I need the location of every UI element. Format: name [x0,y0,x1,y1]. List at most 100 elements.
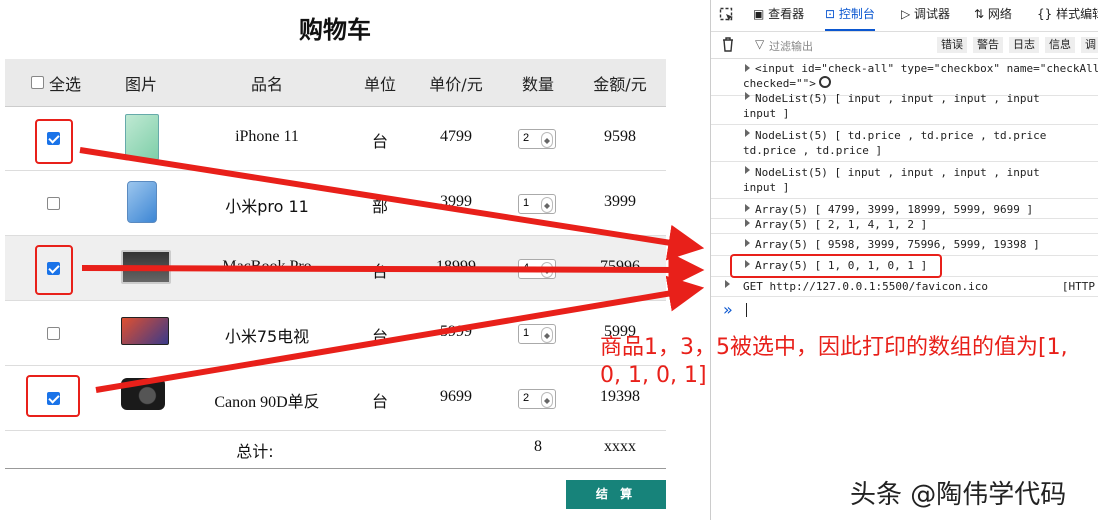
header-price: 单价/元 [429,75,483,94]
tab-console[interactable]: ⊡ 控制台 [825,0,875,31]
log-entry[interactable]: Array(5) [ 2, 1, 4, 1, 2 ] [711,216,1098,234]
product-price: 3999 [440,193,472,210]
quantity-stepper[interactable]: 1 [518,194,556,214]
expand-arrow-icon[interactable] [745,219,754,227]
product-name: iPhone 11 [235,128,299,145]
phone-image [127,181,157,223]
gear-icon[interactable] [818,76,831,88]
level-debug[interactable]: 调 [1081,37,1098,53]
level-warnings[interactable]: 警告 [973,37,1003,53]
watermark: 头条 @陶伟学代码 [850,480,1067,510]
tab-network[interactable]: ⇅ 网络 [974,0,1012,29]
console-prompt[interactable]: » [723,300,747,319]
log-text: input ] [743,181,790,194]
product-unit: 部 [371,197,389,216]
select-all-checkbox[interactable] [31,76,44,89]
quantity-stepper[interactable]: 4 [518,259,556,279]
quantity-value: 2 [523,132,530,144]
expand-arrow-icon[interactable] [745,64,754,72]
expand-arrow-icon[interactable] [745,166,754,174]
debugger-icon: ▷ [901,7,915,21]
total-label: 总计: [236,442,274,461]
tv-image [121,317,169,345]
table-header: 全选 图片 品名 单位 单价/元 数量 金额/元 [5,59,666,107]
level-info[interactable]: 信息 [1045,37,1075,53]
total-row: 总计: 8 xxxx [5,430,666,469]
header-select-all: 全选 [48,75,82,94]
expand-arrow-icon[interactable] [725,280,734,288]
quantity-value: 4 [523,262,530,274]
level-errors[interactable]: 错误 [937,37,967,53]
tab-debugger-label: 调试器 [914,7,951,21]
highlight-box [730,254,942,278]
product-name: 小米75电视 [224,327,310,346]
trash-icon[interactable] [721,36,735,56]
header-amount: 金额/元 [593,75,647,94]
highlight-box [35,245,73,295]
filter-input[interactable]: 过滤输出 [769,38,813,54]
picker-icon[interactable] [719,0,737,29]
prompt-chevron-icon: » [723,300,733,319]
total-quantity: 8 [534,438,542,455]
spinner-arrows-icon[interactable] [541,327,553,343]
tab-debugger[interactable]: ▷ 调试器 [901,0,950,29]
row-checkbox[interactable] [47,197,60,210]
spinner-arrows-icon[interactable] [541,132,553,148]
highlight-box [35,119,73,164]
product-amount: 19398 [600,388,640,405]
expand-arrow-icon[interactable] [745,204,754,212]
log-entry[interactable]: NodeList(5) [ input , input , input , in… [711,89,1098,125]
product-unit: 台 [371,132,389,151]
log-text: NodeList(5) [ input , input , input , in… [755,166,1040,179]
tab-inspector-label: 查看器 [768,7,805,21]
log-entry[interactable]: NodeList(5) [ td.price , td.price , td.p… [711,126,1098,162]
page-title: 购物车 [299,16,371,44]
product-price: 5999 [440,323,472,340]
tab-console-label: 控制台 [838,7,875,21]
table-row: 小米pro 11 部 3999 1 3999 [5,171,666,236]
product-price: 18999 [436,258,476,275]
expand-arrow-icon[interactable] [745,129,754,137]
tab-style-editor-label: 样式编辑 [1056,7,1098,21]
spinner-arrows-icon[interactable] [541,262,553,278]
row-checkbox[interactable] [47,327,60,340]
highlight-box [26,375,80,417]
product-amount: 9598 [604,128,636,145]
log-text: GET http://127.0.0.1:5500/favicon.ico [743,280,989,293]
log-text: td.price , td.price ] [743,144,883,157]
log-text: Array(5) [ 2, 1, 4, 1, 2 ] [755,218,928,231]
tab-network-label: 网络 [987,7,1012,21]
table-row: iPhone 11 台 4799 2 9598 [5,106,666,171]
product-price: 4799 [440,128,472,145]
iphone-image [125,114,159,160]
expand-arrow-icon[interactable] [745,239,754,247]
product-name: 小米pro 11 [225,197,309,216]
console-icon: ⊡ [825,7,839,21]
quantity-value: 1 [523,327,530,339]
header-name: 品名 [250,75,284,94]
quantity-stepper[interactable]: 2 [518,129,556,149]
quantity-stepper[interactable]: 2 [518,389,556,409]
expand-arrow-icon[interactable] [745,92,754,100]
log-entry[interactable]: Array(5) [ 9598, 3999, 75996, 5999, 1939… [711,236,1098,256]
quantity-stepper[interactable]: 1 [518,324,556,344]
table-row: Canon 90D单反 台 9699 2 19398 [5,366,666,431]
log-entry[interactable]: NodeList(5) [ input , input , input , in… [711,163,1098,199]
product-name: Canon 90D单反 [214,394,320,411]
level-logs[interactable]: 日志 [1009,37,1039,53]
tab-inspector[interactable]: ▣ 查看器 [753,0,804,29]
console-toolbar: ▽ 过滤输出 错误 警告 日志 信息 调 [711,31,1098,59]
product-unit: 台 [371,327,389,346]
cart-panel: 购物车 全选 图片 品名 单位 单价/元 数量 金额/元 iPhone 11 台… [0,0,710,520]
checkout-button[interactable]: 结 算 [566,480,666,509]
tab-style-editor[interactable]: {} 样式编辑 [1037,0,1098,29]
spinner-arrows-icon[interactable] [541,197,553,213]
table-row: MacBook Pro 台 18999 4 75996 [5,236,666,301]
log-text: NodeList(5) [ td.price , td.price , td.p… [755,129,1047,142]
braces-icon: {} [1037,7,1057,21]
quantity-value: 2 [523,392,530,404]
spinner-arrows-icon[interactable] [541,392,553,408]
header-qty: 数量 [521,75,555,94]
header-unit: 单位 [363,75,397,94]
log-entry[interactable]: GET http://127.0.0.1:5500/favicon.ico [H… [711,277,1098,297]
